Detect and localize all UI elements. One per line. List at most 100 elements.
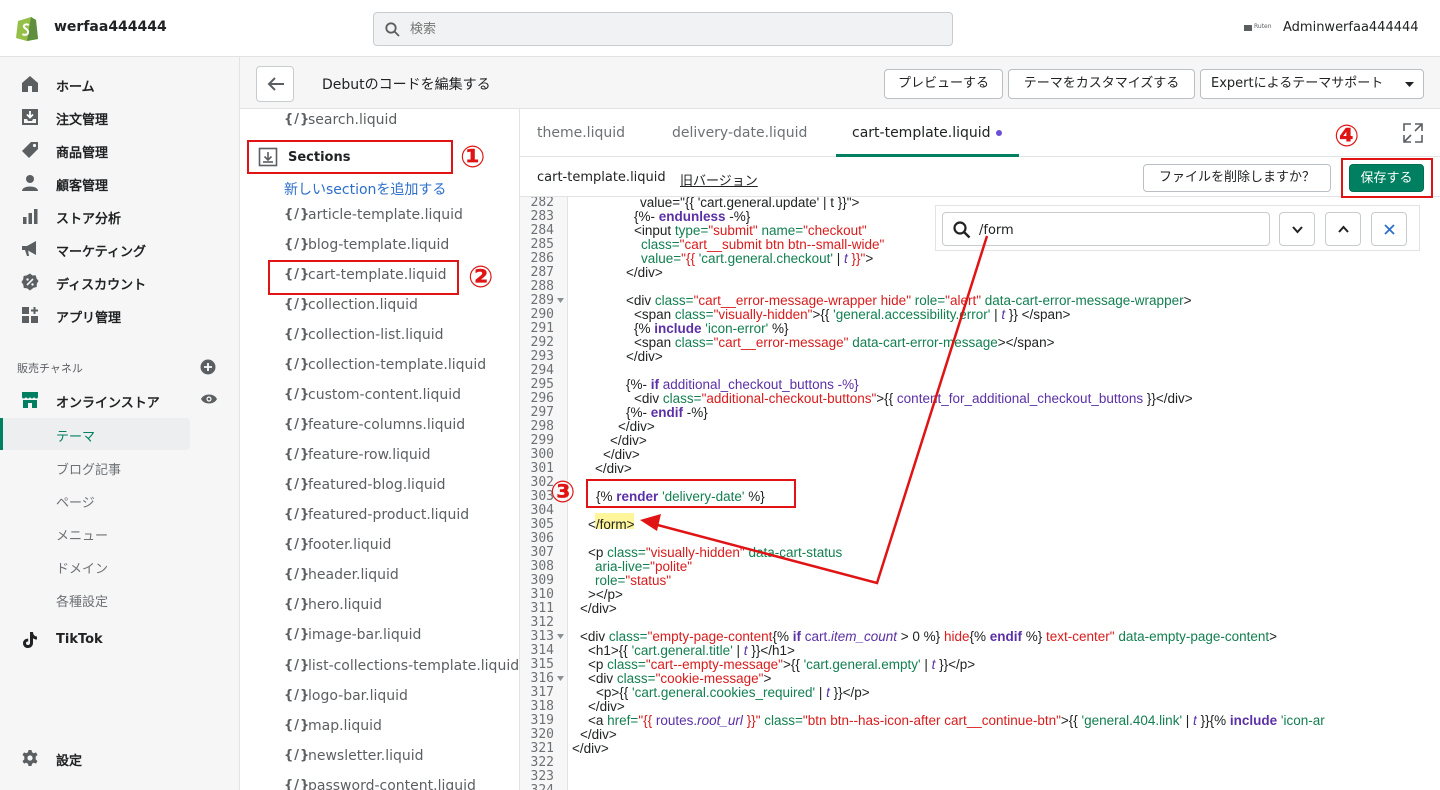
customize-theme-button[interactable]: テーマをカスタマイズする	[1008, 69, 1195, 99]
line-number: 306	[530, 531, 554, 546]
tab-cart-template-liquid[interactable]: cart-template.liquid	[852, 125, 991, 141]
find-previous-button[interactable]	[1325, 212, 1361, 246]
sidebar-item-orders[interactable]: 注文管理	[0, 101, 240, 133]
find-field[interactable]	[942, 212, 1270, 246]
sidebar-item-label: 商品管理	[56, 146, 109, 161]
code-line: </div>	[626, 350, 663, 364]
file-item-blog-template[interactable]: {/} blog-template.liquid	[284, 237, 519, 257]
file-item-custom-content[interactable]: {/} custom-content.liquid	[284, 387, 519, 407]
sidebar-subitem-preferences[interactable]: 各種設定	[56, 591, 108, 610]
code-line: aria-live="polite"	[595, 560, 692, 574]
sidebar-subitem-navigation[interactable]: メニュー	[56, 525, 108, 544]
expert-support-label: Expertによるテーマサポート	[1211, 76, 1384, 91]
code-token: "polite"	[650, 559, 693, 574]
file-item-search[interactable]: {/} search.liquid	[284, 112, 519, 132]
tab-theme-liquid[interactable]: theme.liquid	[537, 125, 625, 141]
code-line: {%- endunless -%}	[634, 210, 750, 224]
code-token: >	[763, 671, 772, 686]
fold-caret-icon[interactable]	[557, 298, 564, 305]
sidebar-item-settings[interactable]: 設定	[0, 742, 240, 774]
file-item-logo-bar[interactable]: {/} logo-bar.liquid	[284, 688, 519, 708]
sidebar-item-analytics[interactable]: ストア分析	[0, 200, 240, 232]
sidebar-subitem-pages[interactable]: ページ	[56, 492, 95, 511]
code-token: 'cart.general.cookies_required'	[632, 685, 816, 700]
file-item-map[interactable]: {/} map.liquid	[284, 718, 519, 738]
sidebar-item-discounts[interactable]: ディスカウント	[0, 266, 240, 298]
code-line: <a href="{{ routes.root_url }}" class="b…	[588, 714, 1325, 728]
expand-icon[interactable]	[1403, 123, 1423, 143]
code-file-icon: {/}	[284, 597, 311, 612]
search-input[interactable]	[410, 19, 930, 39]
code-token: endunless	[658, 209, 726, 224]
sidebar-subitem-domains[interactable]: ドメイン	[56, 558, 108, 577]
global-search[interactable]	[373, 12, 953, 46]
file-item-newsletter[interactable]: {/} newsletter.liquid	[284, 748, 519, 768]
back-button[interactable]	[256, 66, 294, 102]
file-item-collection-template[interactable]: {/} collection-template.liquid	[284, 357, 519, 377]
file-item-list-collections-template[interactable]: {/} list-collections-template.liquid	[284, 658, 519, 678]
code-file-icon: {/}	[284, 778, 311, 790]
code-token: |	[1182, 713, 1194, 728]
code-file-icon: {/}	[284, 537, 311, 552]
store-name[interactable]: werfaa444444	[54, 19, 167, 35]
sidebar-subitem-blog-posts[interactable]: ブログ記事	[56, 459, 121, 478]
file-item-featured-blog[interactable]: {/} featured-blog.liquid	[284, 477, 519, 497]
line-number: 315	[530, 657, 554, 672]
file-item-featured-product[interactable]: {/} featured-product.liquid	[284, 507, 519, 527]
sidebar-item-home[interactable]: ホーム	[0, 68, 240, 100]
sidebar-item-apps[interactable]: アプリ管理	[0, 299, 240, 331]
code-line: </div>	[626, 266, 663, 280]
file-name: feature-row.liquid	[308, 447, 431, 463]
file-item-collection-list[interactable]: {/} collection-list.liquid	[284, 327, 519, 347]
file-item-password-content[interactable]: {/} password-content.liquid	[284, 778, 519, 790]
sidebar-item-products[interactable]: 商品管理	[0, 134, 240, 166]
line-number: 321	[530, 741, 554, 756]
find-input[interactable]	[979, 220, 1259, 240]
fold-caret-icon[interactable]	[557, 634, 564, 641]
expert-support-button[interactable]: Expertによるテーマサポート	[1200, 69, 1424, 99]
code-token: 'general.404.link'	[1081, 713, 1183, 728]
find-next-button[interactable]	[1279, 212, 1315, 246]
sidebar-item-customers[interactable]: 顧客管理	[0, 167, 240, 199]
add-circle-icon[interactable]	[200, 359, 216, 375]
old-version-link[interactable]: 旧バージョン	[680, 170, 758, 189]
delete-file-button[interactable]: ファイルを削除しますか？	[1143, 164, 1331, 192]
file-item-image-bar[interactable]: {/} image-bar.liquid	[284, 627, 519, 647]
preview-button[interactable]: プレビューする	[884, 69, 1003, 99]
shopify-logo-icon[interactable]	[14, 14, 40, 42]
code-line: {%- if additional_checkout_buttons -%}	[626, 378, 859, 392]
line-number: 319	[530, 713, 554, 728]
find-close-button[interactable]	[1371, 212, 1407, 246]
bar-chart-icon	[21, 207, 39, 225]
code-token: |	[990, 307, 1002, 322]
eye-icon[interactable]	[200, 392, 218, 406]
admin-account-name[interactable]: Adminwerfaa444444	[1283, 20, 1419, 35]
arrow-left-icon	[267, 77, 284, 91]
tab-delivery-date-liquid[interactable]: delivery-date.liquid	[672, 125, 807, 141]
code-token: }} </span>	[1005, 307, 1071, 322]
file-item-header[interactable]: {/} header.liquid	[284, 567, 519, 587]
file-item-feature-columns[interactable]: {/} feature-columns.liquid	[284, 417, 519, 437]
page-title: Debutのコードを編集する	[322, 77, 491, 93]
sidebar-item-marketing[interactable]: マーケティング	[0, 233, 240, 265]
code-token: "alert"	[945, 293, 982, 308]
add-section-link[interactable]: 新しいsectionを追加する	[284, 179, 446, 199]
line-number: 293	[530, 349, 554, 364]
file-item-hero[interactable]: {/} hero.liquid	[284, 597, 519, 617]
code-token: </div>	[572, 741, 609, 756]
file-item-footer[interactable]: {/} footer.liquid	[284, 537, 519, 557]
code-token: ></p>	[588, 587, 623, 602]
file-item-article-template[interactable]: {/} article-template.liquid	[284, 207, 519, 227]
file-item-collection[interactable]: {/} collection.liquid	[284, 297, 519, 317]
sidebar: ホーム 注文管理 商品管理 顧客管理 ストア分析 マーケティング ディスカウント…	[0, 57, 240, 790]
code-token: class=	[674, 307, 714, 322]
code-token: class=	[654, 293, 694, 308]
file-name: logo-bar.liquid	[308, 688, 408, 704]
code-token: |	[920, 657, 932, 672]
tiktok-icon	[21, 631, 39, 649]
file-item-feature-row[interactable]: {/} feature-row.liquid	[284, 447, 519, 467]
fold-caret-icon[interactable]	[557, 676, 564, 683]
sidebar-item-tiktok[interactable]: TikTok	[0, 624, 240, 656]
line-number: 283	[530, 209, 554, 224]
sidebar-subitem-themes[interactable]: テーマ	[56, 426, 95, 445]
